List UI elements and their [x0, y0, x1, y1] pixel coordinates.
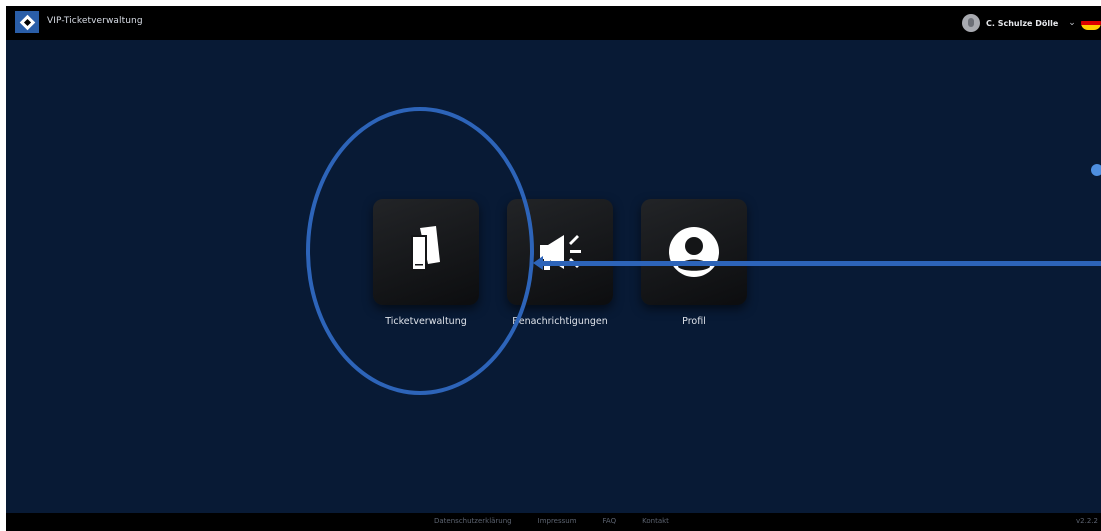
tile-label-benachrichtigungen: Benachrichtigungen [512, 316, 608, 327]
user-profile-icon [669, 227, 719, 277]
app-window: VIP-Ticketverwaltung C. Schulze Dölle ⌄ … [6, 6, 1101, 531]
language-flag-icon[interactable] [1081, 16, 1101, 30]
tile-benachrichtigungen[interactable]: Benachrichtigungen [493, 199, 627, 327]
chevron-down-icon: ⌄ [1068, 18, 1076, 28]
tile-profil-button[interactable] [641, 199, 747, 305]
footer-link-faq[interactable]: FAQ [603, 517, 617, 525]
tickets-icon [411, 226, 440, 271]
app-tiles: Ticketverwaltung Benachrichtigungen Prof… [372, 199, 752, 349]
user-menu[interactable]: C. Schulze Dölle ⌄ [962, 12, 1076, 34]
megaphone-icon [540, 235, 581, 270]
tile-label-profil: Profil [682, 316, 706, 327]
tile-label-ticketverwaltung: Ticketverwaltung [385, 316, 467, 327]
app-title[interactable]: VIP-Ticketverwaltung [47, 16, 143, 26]
tile-profil[interactable]: Profil [627, 199, 761, 327]
footer-links: Datenschutzerklärung Impressum FAQ Konta… [434, 517, 669, 525]
footer-link-kontakt[interactable]: Kontakt [642, 517, 669, 525]
top-bar: VIP-Ticketverwaltung C. Schulze Dölle ⌄ [6, 6, 1101, 40]
user-name: C. Schulze Dölle [986, 18, 1059, 28]
footer: Datenschutzerklärung Impressum FAQ Konta… [6, 513, 1101, 531]
tile-ticketverwaltung[interactable]: Ticketverwaltung [359, 199, 493, 327]
footer-link-impressum[interactable]: Impressum [538, 517, 577, 525]
scroll-indicator-dot[interactable] [1091, 164, 1101, 176]
footer-link-datenschutz[interactable]: Datenschutzerklärung [434, 517, 512, 525]
tile-benachrichtigungen-button[interactable] [507, 199, 613, 305]
tile-ticketverwaltung-button[interactable] [373, 199, 479, 305]
club-logo-icon[interactable] [15, 11, 39, 33]
version-label: v2.2.2 [1076, 517, 1098, 525]
avatar [962, 14, 980, 32]
